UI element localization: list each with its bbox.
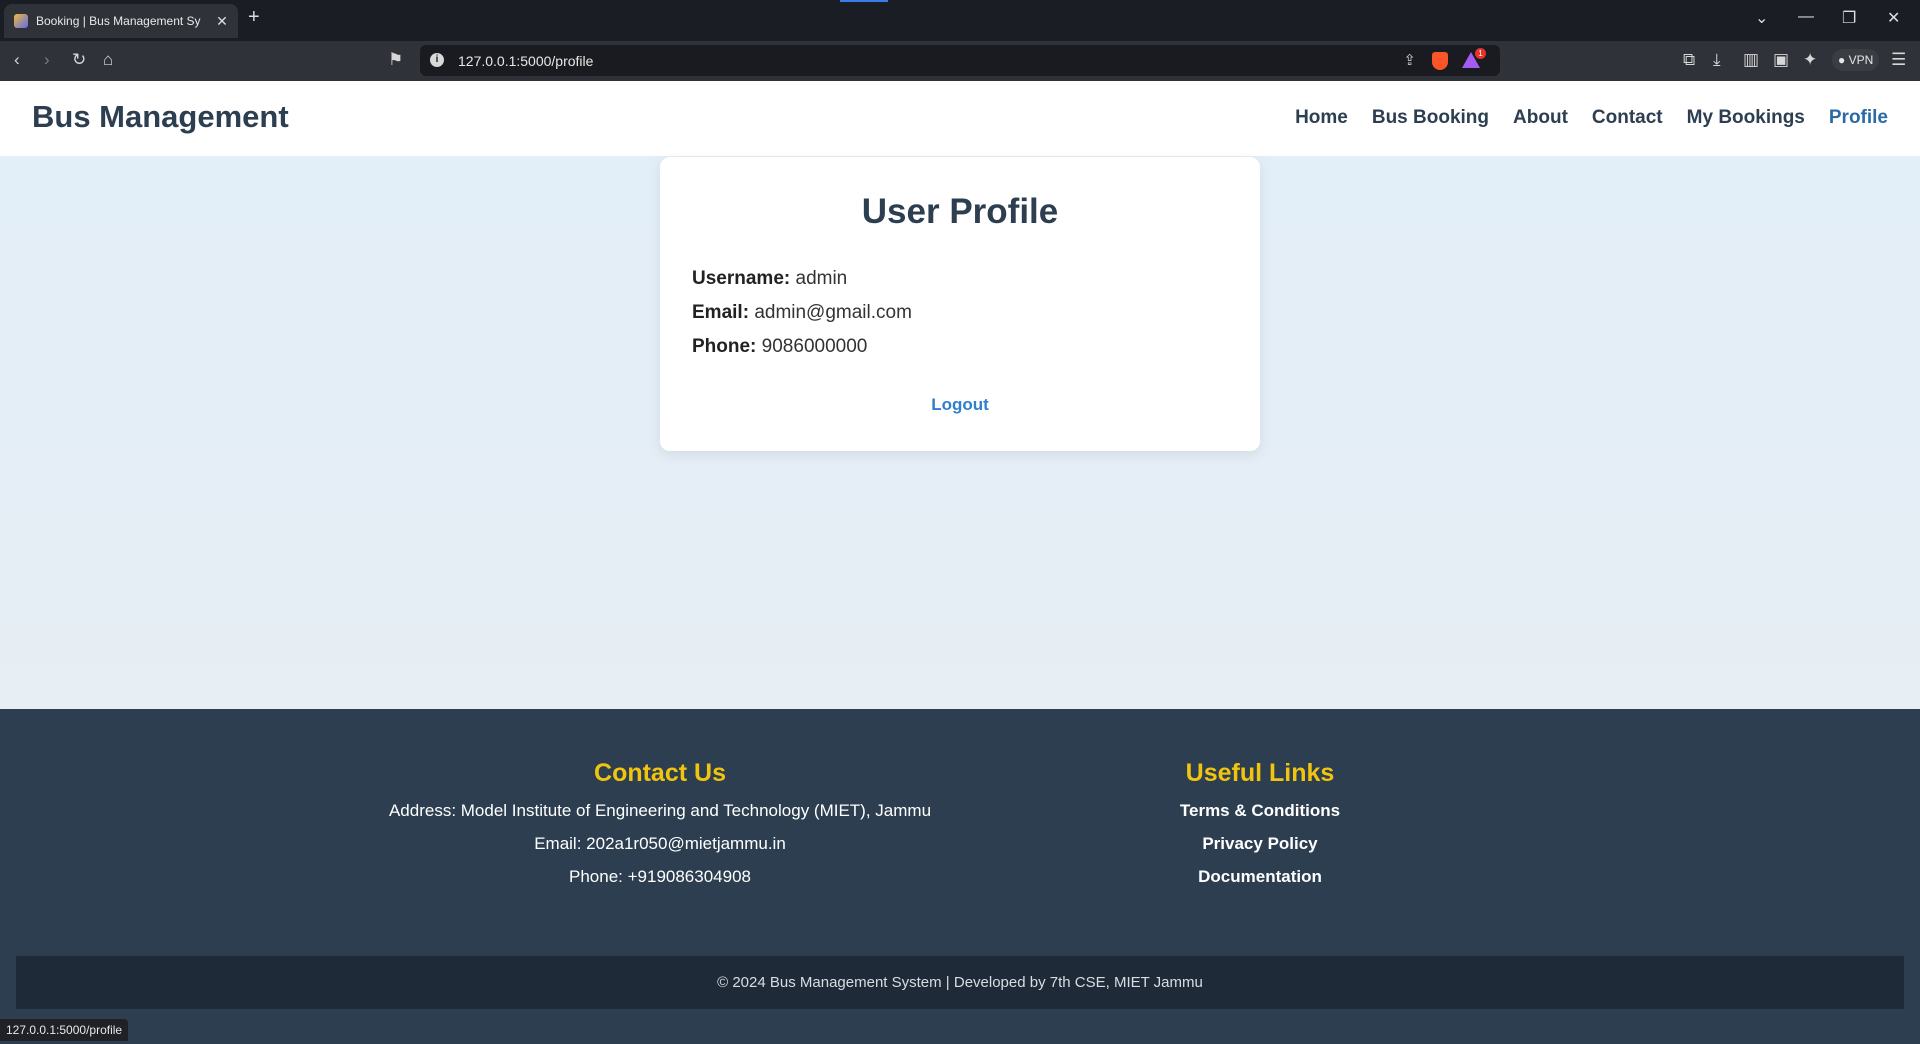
phone-value: 9086000000 xyxy=(761,336,868,357)
logout-link[interactable]: Logout xyxy=(660,395,1260,415)
footer-contact: Contact Us Address: Model Institute of E… xyxy=(360,759,960,899)
site-header: Bus Management Home Bus Booking About Co… xyxy=(0,81,1920,156)
email-row: Email: admin@gmail.com xyxy=(692,302,912,324)
nav-my-bookings[interactable]: My Bookings xyxy=(1687,107,1805,129)
forward-icon[interactable]: › xyxy=(44,50,50,70)
sidebar-icon[interactable]: ▥ xyxy=(1743,50,1759,70)
tab-list-chevron-icon[interactable]: ⌄ xyxy=(1755,8,1768,28)
site-footer: Contact Us Address: Model Institute of E… xyxy=(0,709,1920,1044)
reload-icon[interactable]: ↻ xyxy=(72,50,86,70)
brave-shields-icon[interactable] xyxy=(1432,52,1448,70)
restore-icon[interactable]: ❐ xyxy=(1842,8,1856,28)
nav-about[interactable]: About xyxy=(1513,107,1568,129)
bookmark-icon[interactable]: ⚑ xyxy=(388,50,403,70)
footer-link-docs[interactable]: Documentation xyxy=(1110,866,1410,887)
nav-contact[interactable]: Contact xyxy=(1592,107,1663,129)
back-icon[interactable]: ‹ xyxy=(14,50,20,70)
vpn-label: VPN xyxy=(1848,53,1874,67)
browser-tab[interactable]: Booking | Bus Management Sy ✕ xyxy=(4,4,238,38)
share-icon[interactable]: ⇪ xyxy=(1403,51,1416,69)
browser-toolbar: ‹ › ↻ ⌂ ⚑ i 127.0.0.1:5000/profile ⇪ 1 ⧉… xyxy=(0,41,1920,81)
extensions-icon[interactable]: ⧉ xyxy=(1683,50,1695,70)
nav-bus-booking[interactable]: Bus Booking xyxy=(1372,107,1489,129)
footer-link-privacy[interactable]: Privacy Policy xyxy=(1110,833,1410,854)
tab-loading-indicator xyxy=(840,0,888,2)
footer-links: Useful Links Terms & Conditions Privacy … xyxy=(1110,759,1410,899)
rewards-badge: 1 xyxy=(1475,48,1486,59)
downloads-icon[interactable]: ⤓ xyxy=(1713,50,1721,70)
footer-address: Address: Model Institute of Engineering … xyxy=(388,801,932,820)
footer-phone: Phone: +919086304908 xyxy=(569,867,751,886)
email-label: Email: xyxy=(692,302,750,323)
footer-email: Email: 202a1r050@mietjammu.in xyxy=(534,834,786,853)
site-brand[interactable]: Bus Management xyxy=(32,99,289,135)
new-tab-button[interactable]: + xyxy=(248,6,260,29)
menu-icon[interactable]: ☰ xyxy=(1891,50,1906,70)
nav-profile[interactable]: Profile xyxy=(1829,107,1888,129)
minimize-icon[interactable]: — xyxy=(1798,8,1814,26)
copyright-bar: © 2024 Bus Management System | Developed… xyxy=(16,956,1904,1009)
username-row: Username: admin xyxy=(692,268,847,290)
wallet-icon[interactable]: ▣ xyxy=(1773,50,1789,70)
phone-row: Phone: 9086000000 xyxy=(692,336,867,358)
phone-label: Phone: xyxy=(692,336,757,357)
main-nav: Home Bus Booking About Contact My Bookin… xyxy=(1295,107,1888,129)
home-icon[interactable]: ⌂ xyxy=(103,50,113,70)
window-close-icon[interactable]: ✕ xyxy=(1887,8,1900,28)
username-label: Username: xyxy=(692,268,791,289)
tab-close-icon[interactable]: ✕ xyxy=(212,13,232,30)
page-title: User Profile xyxy=(861,192,1059,231)
footer-link-terms[interactable]: Terms & Conditions xyxy=(1110,800,1410,821)
tab-title: Booking | Bus Management Sy xyxy=(36,14,201,28)
footer-contact-heading: Contact Us xyxy=(594,759,726,787)
browser-tab-bar: Booking | Bus Management Sy ✕ + ⌄ — ❐ ✕ xyxy=(0,0,1920,41)
username-value: admin xyxy=(795,268,848,289)
email-value: admin@gmail.com xyxy=(754,302,912,323)
profile-card: User Profile Username: admin Email: admi… xyxy=(660,157,1260,451)
browser-status-url: 127.0.0.1:5000/profile xyxy=(0,1019,129,1041)
site-favicon-icon xyxy=(14,14,28,28)
address-url[interactable]: 127.0.0.1:5000/profile xyxy=(458,53,593,69)
leo-ai-icon[interactable]: ✦ xyxy=(1803,50,1817,70)
nav-home[interactable]: Home xyxy=(1295,107,1348,129)
address-bar[interactable]: i 127.0.0.1:5000/profile ⇪ 1 xyxy=(420,45,1500,76)
footer-links-heading: Useful Links xyxy=(1185,759,1335,787)
site-info-icon[interactable]: i xyxy=(430,53,444,67)
vpn-button[interactable]: ● VPN xyxy=(1832,49,1880,71)
